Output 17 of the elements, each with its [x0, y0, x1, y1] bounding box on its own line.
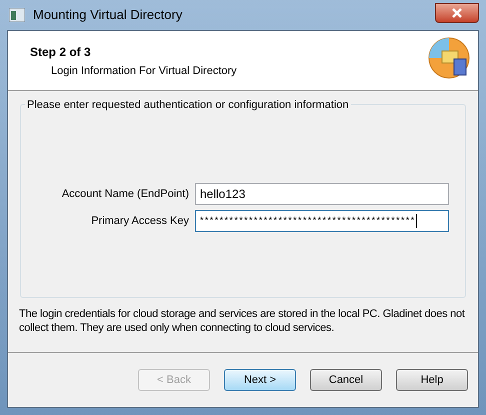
dialog-button[interactable]: Help — [396, 369, 468, 391]
text-field[interactable]: ******************************************** — [195, 210, 449, 232]
info-text: The login credentials for cloud storage and services are stored in the local PC. Gladinet does not collect them. They are used only when connecting to cloud services. — [19, 307, 466, 335]
group-legend: Please enter requested authentication or configuration information — [25, 97, 351, 114]
close-button[interactable] — [435, 3, 479, 23]
dialog-button[interactable]: Cancel — [310, 369, 382, 391]
field-label: Primary Access Key — [90, 214, 190, 229]
text-field[interactable]: hello123 — [195, 183, 449, 205]
step-title: Step 2 of 3 — [30, 44, 92, 61]
app-icon — [9, 8, 25, 22]
step-subtitle: Login Information For Virtual Directory — [50, 64, 237, 79]
window-title: Mounting Virtual Directory — [33, 6, 182, 24]
text-cursor — [416, 214, 417, 228]
dialog-button[interactable]: Next > — [224, 369, 296, 391]
close-icon — [452, 8, 462, 18]
field-label: Account Name (EndPoint) — [60, 186, 190, 202]
folder-disc-icon — [428, 37, 470, 79]
